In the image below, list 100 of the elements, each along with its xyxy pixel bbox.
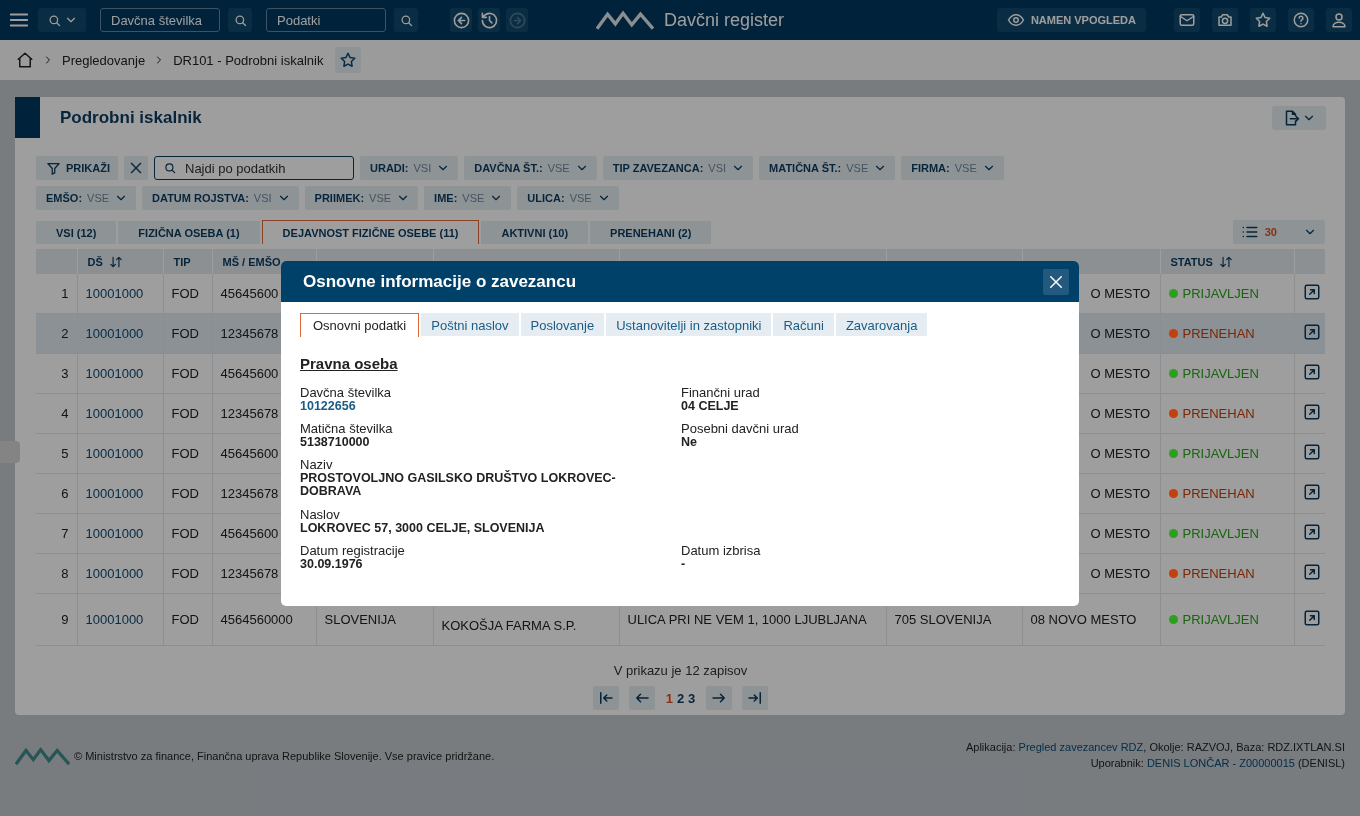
favorite-button[interactable] [335,47,362,73]
external-link-icon[interactable] [1302,609,1321,627]
status-text: PRENEHAN [1182,406,1255,421]
clear-button[interactable] [124,156,148,180]
filter-dropdown[interactable]: FIRMA: VSE [901,156,1004,180]
filter-dropdown[interactable]: ULICA: VSE [517,186,619,210]
favorites-button[interactable] [1250,8,1276,32]
page-size-dropdown[interactable]: 30 [1232,220,1325,244]
data-field[interactable]: Podatki [266,8,386,32]
purpose-button[interactable]: NAMEN VPOGLEDA [996,8,1146,32]
user-button[interactable] [1326,8,1352,32]
tab[interactable]: DEJAVNOST FIZIČNE OSEBE (11) [261,220,480,244]
filter-dropdown[interactable]: MATIČNA ŠT.: VSE [759,156,896,180]
dialog-tab[interactable]: Ustanovitelji in zastopniki [606,313,772,336]
row-number: 3 [36,353,77,394]
search-field[interactable]: Davčna številka [100,8,220,32]
filter-dropdown[interactable]: PRIIMEK: VSE [304,186,419,210]
tax-number-link[interactable]: 10001000 [85,286,144,301]
status-text: PRIJAVLJEN [1182,612,1259,627]
filter-dropdown[interactable]: TIP ZAVEZANCA: VSI [602,156,754,180]
dialog-tab[interactable]: Računi [773,313,834,336]
external-link-icon[interactable] [1302,523,1321,541]
search-button[interactable] [228,8,252,32]
field-label: Posebni davčni urad [681,421,800,437]
sort-icon [1218,254,1233,269]
next-page-button[interactable] [706,686,733,710]
tab[interactable]: AKTIVNI (10) [481,221,589,244]
column-header[interactable]: TIP [173,255,191,268]
page-link[interactable]: 1 [664,690,674,706]
tax-number-link[interactable]: 10001000 [85,612,144,627]
external-link-icon[interactable] [1302,283,1321,301]
tax-number-link[interactable]: 10001000 [85,366,144,381]
home-icon[interactable] [16,51,34,69]
search-type-dropdown[interactable] [38,8,86,32]
status-text: PRENEHAN [1182,486,1255,501]
table-cell: FOD [163,313,212,354]
page-link[interactable]: 3 [687,690,697,706]
filter-dropdown[interactable]: DAVČNA ŠT.: VSE [464,156,597,180]
search-button[interactable] [394,8,418,32]
tax-number-link[interactable]: 10001000 [85,446,144,461]
page-title: Podrobni iskalnik [60,107,202,128]
table-cell: FOD [163,513,212,554]
filter-dropdown[interactable]: DATUM ROJSTVA: VSI [142,186,299,210]
status-text: PRIJAVLJEN [1182,526,1259,541]
search-field[interactable]: Najdi po podatkih [154,156,354,180]
external-link-icon[interactable] [1302,483,1321,501]
last-page-button[interactable] [742,686,769,710]
tab[interactable]: FIZIČNA OSEBA (1) [118,221,260,244]
previous-page-button[interactable] [628,686,655,710]
row-number: 1 [36,274,77,314]
tax-number-link[interactable]: 10001000 [85,566,144,581]
breadcrumb-item[interactable]: DR101 - Podrobni iskalnik [173,52,324,68]
external-link-icon[interactable] [1302,403,1321,421]
tab[interactable]: PRENEHANI (2) [590,221,712,244]
page-link[interactable]: 2 [675,690,686,706]
user-link[interactable]: DENIS LONČAR - Z00000015 [1143,756,1295,769]
row-number: 2 [36,313,77,354]
export-button[interactable] [1272,105,1326,130]
mountains-logo [596,10,654,30]
external-link-icon[interactable] [1302,563,1321,581]
filter-dropdown[interactable]: URADI: VSI [360,156,459,180]
dialog-tab[interactable]: Poštni naslov [421,313,519,336]
tax-number-link[interactable]: 10001000 [85,486,144,501]
breadcrumb-item[interactable]: Pregledovanje [62,52,146,68]
show-button[interactable]: PRIKAŽI [36,156,118,180]
filter-dropdown[interactable]: EMŠO: VSE [36,186,137,210]
dialog-tab[interactable]: Poslovanje [520,313,605,336]
field-value: - [681,557,687,571]
tax-number-link[interactable]: 10001000 [85,406,144,421]
external-link-icon[interactable] [1302,323,1321,341]
column-header[interactable]: DŠ [87,255,103,268]
camera-button[interactable] [1212,8,1238,32]
tab[interactable]: VSI (12) [36,221,117,244]
first-page-button[interactable] [592,686,619,710]
footer-text: , Okolje: RAZVOJ, Baza: RDZ.IXTLAN.SI [1143,741,1345,753]
external-link-icon[interactable] [1302,363,1321,381]
mail-button[interactable] [1174,8,1200,32]
external-link-icon[interactable] [1302,443,1321,461]
camera-icon [1216,11,1234,29]
column-header[interactable]: STATUS [1170,255,1213,268]
dialog-tab[interactable]: Osnovni podatki [300,313,420,337]
row-number: 4 [36,393,77,434]
table-cell: FOD [163,393,212,434]
close-button[interactable] [1043,268,1069,295]
app-title: Davčni register [664,9,785,31]
eye-icon [1006,11,1025,29]
history-button[interactable] [478,8,500,32]
dialog-tab[interactable]: Zavarovanja [835,313,928,336]
table-cell: FOD [163,433,212,474]
field-value: 04 CELJE [681,400,740,414]
status-text: PRIJAVLJEN [1182,366,1259,381]
row-number: 5 [36,433,77,474]
sidebar-handle[interactable] [0,441,20,463]
tax-number-link[interactable]: 10001000 [85,526,144,541]
back-button[interactable] [450,8,472,32]
record-count: V prikazu je 12 zapisov [613,663,748,678]
row-number: 9 [36,593,77,646]
help-button[interactable] [1288,8,1314,32]
filter-dropdown[interactable]: IME: VSE [424,186,512,210]
mountains-logo [15,745,70,766]
